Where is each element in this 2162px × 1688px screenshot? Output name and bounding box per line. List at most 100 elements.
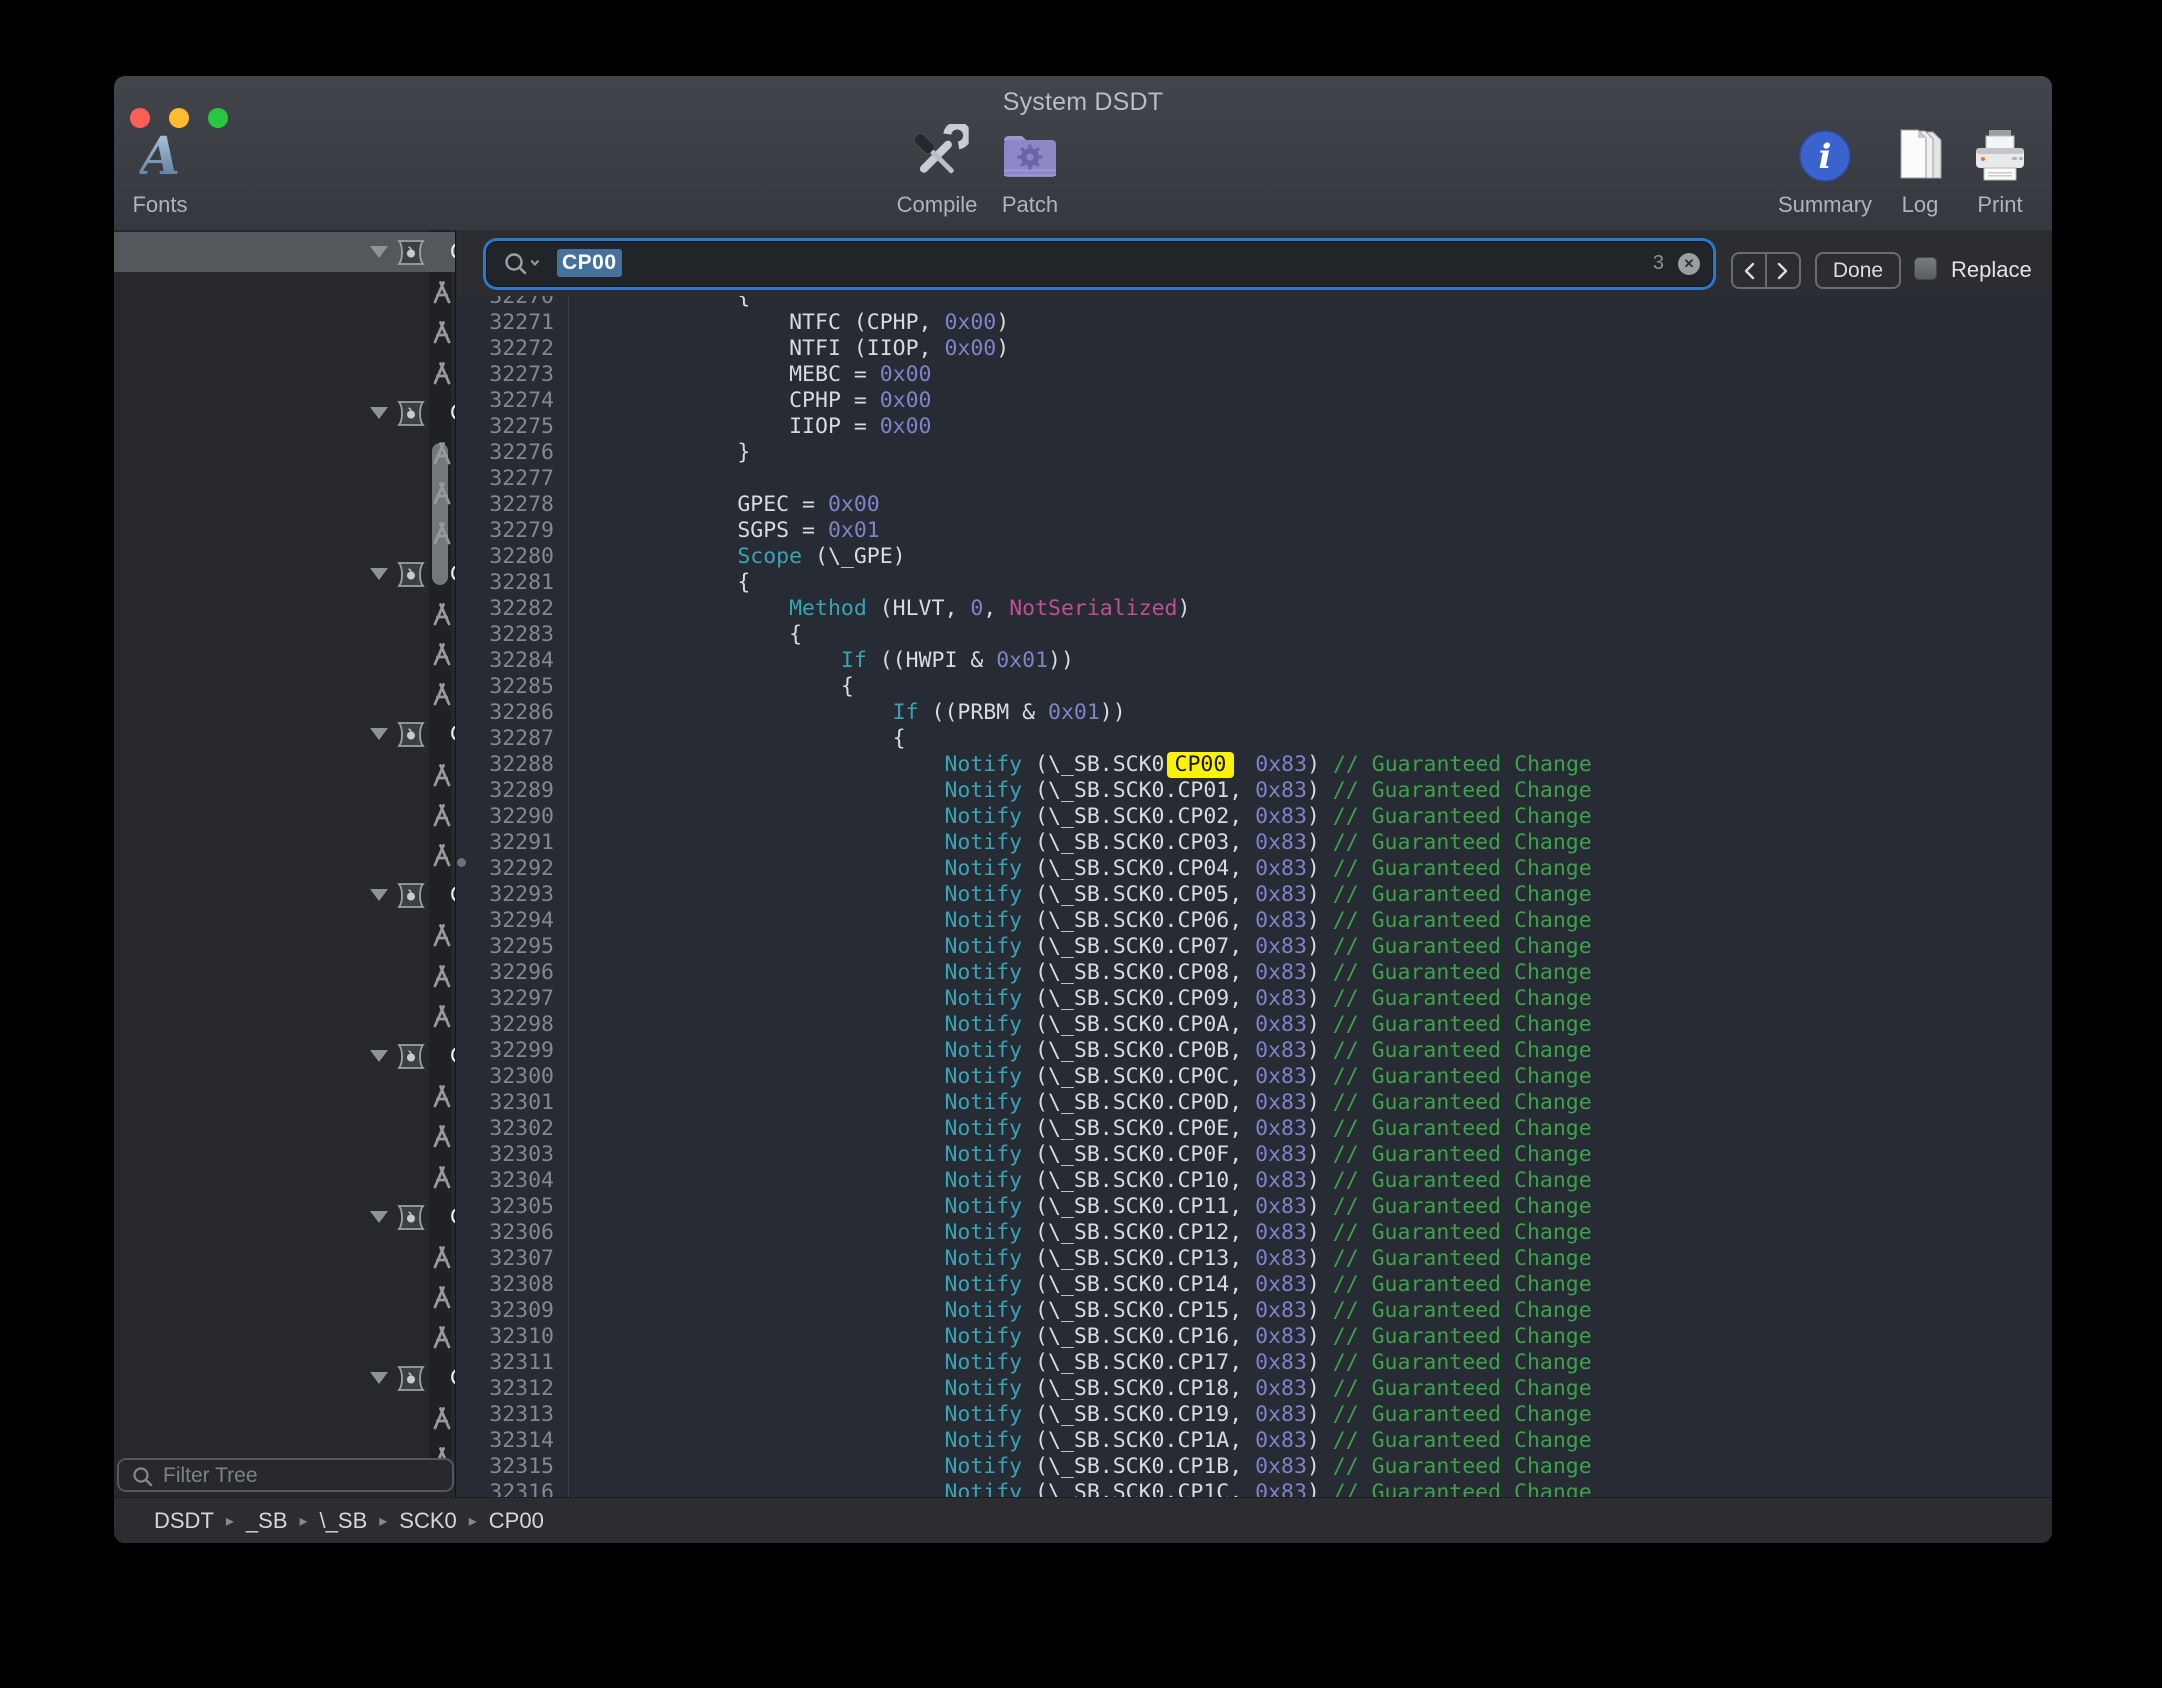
name-icon bbox=[428, 440, 455, 472]
name-icon bbox=[428, 802, 455, 834]
code-line: 32298 Notify (\_SB.SCK0.CP0A, 0x83) // G… bbox=[457, 1012, 2052, 1038]
tree-row-s[interactable]: _S… bbox=[114, 795, 455, 835]
tree-row-[interactable]: _… bbox=[114, 996, 455, 1036]
tree-row-p[interactable]: _P… bbox=[114, 1237, 455, 1277]
tree-row-s[interactable]: _S… bbox=[114, 473, 455, 513]
tree-row-[interactable]: _… bbox=[114, 353, 455, 393]
clear-search-icon[interactable] bbox=[1678, 253, 1700, 275]
line-number: 32294 bbox=[457, 908, 568, 934]
patch-button[interactable]: Patch bbox=[1001, 120, 1059, 218]
code-line: 32303 Notify (\_SB.SCK0.CP0F, 0x83) // G… bbox=[457, 1142, 2052, 1168]
scope-icon bbox=[396, 239, 426, 271]
previous-match-button[interactable] bbox=[1733, 254, 1765, 287]
tree-row-p[interactable]: _P… bbox=[114, 1076, 455, 1116]
tree-row-s[interactable]: _S… bbox=[114, 956, 455, 996]
next-match-button[interactable] bbox=[1765, 254, 1799, 287]
disclosure-triangle-icon[interactable] bbox=[370, 889, 388, 901]
screen: System DSDT A Fonts bbox=[0, 0, 2162, 1688]
line-number: 32286 bbox=[457, 700, 568, 726]
tree-row-cp04[interactable]: CP04 bbox=[114, 875, 455, 915]
tree-row-p[interactable]: _P… bbox=[114, 1398, 455, 1438]
code-line: 32273 MEBC = 0x00 bbox=[457, 362, 2052, 388]
breadcrumb-item[interactable]: SCK0 bbox=[399, 1508, 456, 1534]
tree-row-cp07[interactable]: CP07 bbox=[114, 1358, 455, 1398]
line-number: 32313 bbox=[457, 1402, 568, 1428]
breadcrumb-item[interactable]: \_SB bbox=[320, 1508, 368, 1534]
code-editor[interactable]: 32270 {32271 NTFC (CPHP, 0x00)32272 NTFI… bbox=[457, 296, 2052, 1497]
disclosure-triangle-icon[interactable] bbox=[370, 246, 388, 258]
code-line: 32305 Notify (\_SB.SCK0.CP11, 0x83) // G… bbox=[457, 1194, 2052, 1220]
tree-row-s[interactable]: _S… bbox=[114, 1277, 455, 1317]
code-line: 32304 Notify (\_SB.SCK0.CP10, 0x83) // G… bbox=[457, 1168, 2052, 1194]
code-line: 32281 { bbox=[457, 570, 2052, 596]
code-text: { bbox=[568, 674, 854, 700]
tree-row-cp06[interactable]: CP06 bbox=[114, 1197, 455, 1237]
tree-row-s[interactable]: _S… bbox=[114, 1438, 455, 1458]
tree-label: CP01 bbox=[450, 399, 455, 426]
tree-row-p[interactable]: _P… bbox=[114, 594, 455, 634]
log-label: Log bbox=[1891, 192, 1949, 218]
line-number: 32310 bbox=[457, 1324, 568, 1350]
disclosure-triangle-icon[interactable] bbox=[370, 728, 388, 740]
code-line: 32315 Notify (\_SB.SCK0.CP1B, 0x83) // G… bbox=[457, 1454, 2052, 1480]
code-text: If ((HWPI & 0x01)) bbox=[568, 648, 1074, 674]
search-query-text: CP00 bbox=[557, 249, 622, 277]
disclosure-triangle-icon[interactable] bbox=[370, 1050, 388, 1062]
breadcrumb-item[interactable]: _SB bbox=[246, 1508, 288, 1534]
tree-row-cp02[interactable]: CP02 bbox=[114, 554, 455, 594]
line-number: 32314 bbox=[457, 1428, 568, 1454]
tree-row-s[interactable]: _S… bbox=[114, 634, 455, 674]
tree-row-p[interactable]: _P… bbox=[114, 915, 455, 955]
done-button[interactable]: Done bbox=[1815, 252, 1901, 289]
disclosure-triangle-icon[interactable] bbox=[370, 1372, 388, 1384]
filter-tree-field[interactable] bbox=[117, 1458, 454, 1492]
tree-row-[interactable]: _… bbox=[114, 835, 455, 875]
line-number: 32289 bbox=[457, 778, 568, 804]
tree-row-s[interactable]: _S… bbox=[114, 312, 455, 352]
tree-row-cp00[interactable]: CP00 bbox=[114, 232, 455, 272]
log-button[interactable]: Log bbox=[1891, 120, 1949, 218]
splitter-handle-icon[interactable] bbox=[457, 858, 466, 867]
tree-row-s[interactable]: _S… bbox=[114, 1116, 455, 1156]
code-line: 32312 Notify (\_SB.SCK0.CP18, 0x83) // G… bbox=[457, 1376, 2052, 1402]
replace-checkbox[interactable] bbox=[1914, 257, 1937, 280]
line-number: 32293 bbox=[457, 882, 568, 908]
tree-row-cp03[interactable]: CP03 bbox=[114, 714, 455, 754]
tree-row-[interactable]: _… bbox=[114, 1317, 455, 1357]
fonts-button[interactable]: A Fonts bbox=[132, 120, 187, 218]
tree-row-[interactable]: _… bbox=[114, 1157, 455, 1197]
print-label: Print bbox=[1972, 192, 2028, 218]
line-number: 32279 bbox=[457, 518, 568, 544]
disclosure-triangle-icon[interactable] bbox=[370, 407, 388, 419]
breadcrumb-item[interactable]: CP00 bbox=[489, 1508, 544, 1534]
tree-row-[interactable]: _… bbox=[114, 513, 455, 553]
breadcrumb-item[interactable]: DSDT bbox=[154, 1508, 214, 1534]
line-number: 32315 bbox=[457, 1454, 568, 1480]
tree-row-cp05[interactable]: CP05 bbox=[114, 1036, 455, 1076]
code-line: 32314 Notify (\_SB.SCK0.CP1A, 0x83) // G… bbox=[457, 1428, 2052, 1454]
find-highlight: CP00 bbox=[1167, 752, 1235, 778]
summary-button[interactable]: i Summary bbox=[1778, 120, 1872, 218]
window-title: System DSDT bbox=[114, 88, 2052, 117]
tree-row-[interactable]: _… bbox=[114, 674, 455, 714]
code-text: Notify (\_SB.SCK0.CP18, 0x83) // Guarant… bbox=[568, 1376, 1592, 1402]
search-icon[interactable] bbox=[503, 251, 547, 279]
filter-tree-input[interactable] bbox=[161, 1463, 445, 1489]
code-text: NTFI (IIOP, 0x00) bbox=[568, 336, 1009, 362]
disclosure-triangle-icon[interactable] bbox=[370, 568, 388, 580]
tree-row-cp01[interactable]: CP01 bbox=[114, 393, 455, 433]
compile-button[interactable]: Compile bbox=[897, 120, 978, 218]
tree-row-p[interactable]: _P… bbox=[114, 272, 455, 312]
name-icon bbox=[428, 1284, 455, 1316]
code-line: 32289 Notify (\_SB.SCK0.CP01, 0x83) // G… bbox=[457, 778, 2052, 804]
breadcrumb-separator-icon: ▸ bbox=[226, 1511, 234, 1531]
code-line: 32311 Notify (\_SB.SCK0.CP17, 0x83) // G… bbox=[457, 1350, 2052, 1376]
print-button[interactable]: Print bbox=[1972, 120, 2028, 218]
tree-row-p[interactable]: _P… bbox=[114, 755, 455, 795]
search-input[interactable]: CP00 3 bbox=[487, 242, 1712, 286]
name-icon bbox=[428, 1244, 455, 1276]
code-text: Notify (\_SB.SCK0.CP1B, 0x83) // Guarant… bbox=[568, 1454, 1592, 1480]
tree-row-p[interactable]: _P… bbox=[114, 433, 455, 473]
disclosure-triangle-icon[interactable] bbox=[370, 1211, 388, 1223]
code-text: Method (HLVT, 0, NotSerialized) bbox=[568, 596, 1190, 622]
